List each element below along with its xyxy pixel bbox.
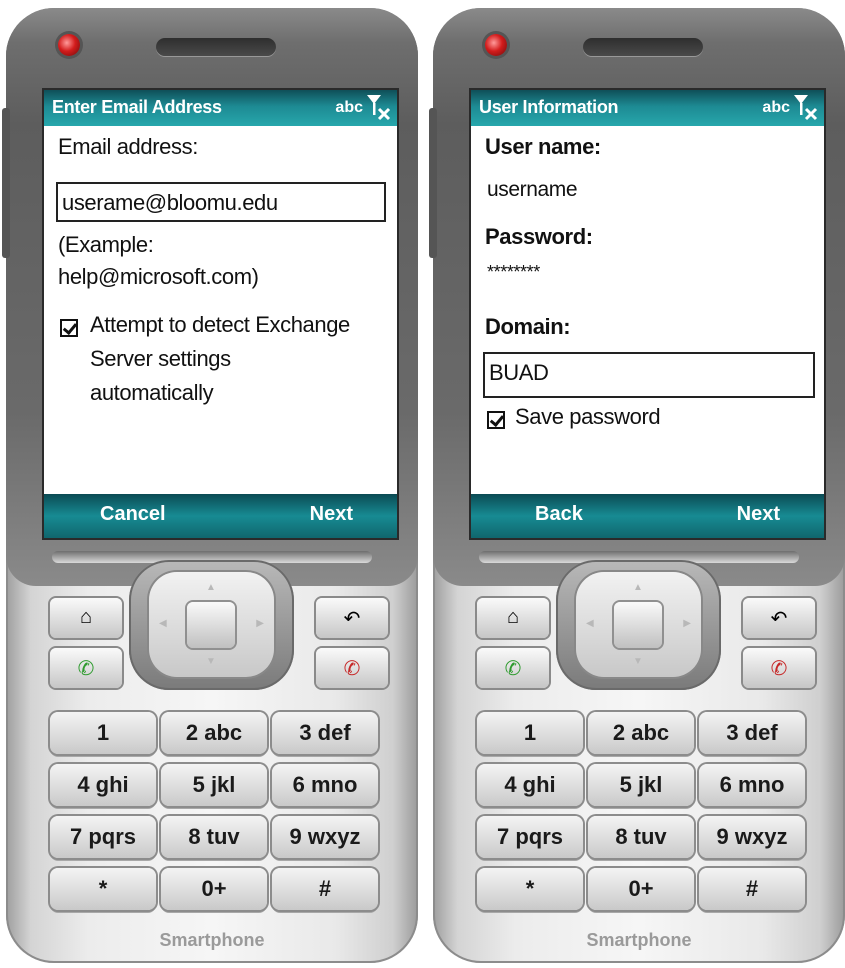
key-2[interactable]: 2 abc <box>161 712 267 754</box>
home-button[interactable]: ⌂ <box>50 598 122 638</box>
key-1[interactable]: 1 <box>477 712 583 754</box>
d-pad[interactable]: ▲ ▼ ◀ ▶ <box>576 572 701 677</box>
example-line-1: (Example: <box>58 232 154 257</box>
key-6[interactable]: 6 mno <box>272 764 378 806</box>
key-4[interactable]: 4 ghi <box>477 764 583 806</box>
notification-led <box>485 34 507 56</box>
key-hash[interactable]: # <box>272 868 378 910</box>
key-6[interactable]: 6 mno <box>699 764 805 806</box>
screen-title: User Information <box>479 97 619 117</box>
key-1[interactable]: 1 <box>50 712 156 754</box>
left-arrow-icon[interactable]: ◀ <box>586 618 594 629</box>
cancel-soft-key[interactable]: Cancel <box>100 503 166 526</box>
home-icon: ⌂ <box>79 606 93 628</box>
key-0[interactable]: 0+ <box>161 868 267 910</box>
detect-line-2: Server settings <box>90 346 231 371</box>
next-soft-key[interactable]: Next <box>310 503 353 526</box>
domain-label: Domain: <box>485 314 571 339</box>
screen-content: User name: username Password: ******** D… <box>471 126 824 494</box>
back-button[interactable]: ↶ <box>743 598 815 638</box>
key-3[interactable]: 3 def <box>699 712 805 754</box>
end-call-icon: ✆ <box>343 658 361 680</box>
soft-key-bar: Back Next <box>471 494 824 538</box>
username-value[interactable]: username <box>487 178 578 202</box>
brand-logo: Smartphone <box>159 930 265 950</box>
key-8[interactable]: 8 tuv <box>161 816 267 858</box>
screen-title: Enter Email Address <box>52 97 222 117</box>
key-hash[interactable]: # <box>699 868 805 910</box>
phone-user-information: User Information abc User name: username… <box>429 8 845 963</box>
detect-settings-checkbox[interactable] <box>60 319 78 337</box>
end-call-button[interactable]: ✆ <box>743 648 815 688</box>
action-button[interactable] <box>187 602 235 648</box>
title-bar: User Information abc <box>471 90 824 126</box>
notification-led <box>58 34 80 56</box>
home-icon: ⌂ <box>506 606 520 628</box>
email-input[interactable]: userame@bloomu.edu <box>56 182 386 222</box>
no-signal-icon <box>367 95 391 121</box>
phone-screen: User Information abc User name: username… <box>469 88 826 540</box>
up-arrow-icon[interactable]: ▲ <box>633 582 643 593</box>
left-arrow-icon[interactable]: ◀ <box>159 618 167 629</box>
key-4[interactable]: 4 ghi <box>50 764 156 806</box>
navigation-ring: ▲ ▼ ◀ ▶ <box>556 560 721 690</box>
key-7[interactable]: 7 pqrs <box>477 816 583 858</box>
example-line-2: help@microsoft.com) <box>58 264 259 289</box>
input-mode-indicator: abc <box>335 99 363 116</box>
key-0[interactable]: 0+ <box>588 868 694 910</box>
call-button[interactable]: ✆ <box>477 648 549 688</box>
speaker-grille <box>583 38 703 56</box>
key-5[interactable]: 5 jkl <box>588 764 694 806</box>
detect-line-1: Attempt to detect Exchange <box>90 312 350 337</box>
right-arrow-icon[interactable]: ▶ <box>683 618 691 629</box>
d-pad[interactable]: ▲ ▼ ◀ ▶ <box>149 572 274 677</box>
password-label: Password: <box>485 224 593 249</box>
title-bar: Enter Email Address abc <box>44 90 397 126</box>
detect-line-3: automatically <box>90 380 214 405</box>
key-8[interactable]: 8 tuv <box>588 816 694 858</box>
call-icon: ✆ <box>77 658 95 680</box>
action-button[interactable] <box>614 602 662 648</box>
key-9[interactable]: 9 wxyz <box>699 816 805 858</box>
username-label: User name: <box>485 134 601 159</box>
call-icon: ✆ <box>504 658 522 680</box>
password-value[interactable]: ******** <box>487 262 540 283</box>
up-arrow-icon[interactable]: ▲ <box>206 582 216 593</box>
soft-key-bar: Cancel Next <box>44 494 397 538</box>
down-arrow-icon[interactable]: ▼ <box>633 656 643 667</box>
key-3[interactable]: 3 def <box>272 712 378 754</box>
key-9[interactable]: 9 wxyz <box>272 816 378 858</box>
domain-input[interactable]: BUAD <box>483 352 815 398</box>
key-star[interactable]: * <box>50 868 156 910</box>
end-call-button[interactable]: ✆ <box>316 648 388 688</box>
home-button[interactable]: ⌂ <box>477 598 549 638</box>
screen-content: Email address: userame@bloomu.edu (Examp… <box>44 126 397 494</box>
navigation-ring: ▲ ▼ ◀ ▶ <box>129 560 294 690</box>
email-label: Email address: <box>58 134 198 159</box>
down-arrow-icon[interactable]: ▼ <box>206 656 216 667</box>
phone-screen: Enter Email Address abc Email address: u… <box>42 88 399 540</box>
side-button[interactable] <box>429 108 437 258</box>
next-soft-key[interactable]: Next <box>737 503 780 526</box>
right-arrow-icon[interactable]: ▶ <box>256 618 264 629</box>
no-signal-icon <box>794 95 818 121</box>
back-button[interactable]: ↶ <box>316 598 388 638</box>
key-7[interactable]: 7 pqrs <box>50 816 156 858</box>
save-password-checkbox[interactable] <box>487 411 505 429</box>
key-5[interactable]: 5 jkl <box>161 764 267 806</box>
brand-logo: Smartphone <box>586 930 692 950</box>
back-soft-key[interactable]: Back <box>535 503 583 526</box>
call-button[interactable]: ✆ <box>50 648 122 688</box>
back-arrow-icon: ↶ <box>770 608 788 630</box>
phone-email-setup: Enter Email Address abc Email address: u… <box>2 8 418 963</box>
save-password-label: Save password <box>515 404 661 429</box>
speaker-grille <box>156 38 276 56</box>
key-2[interactable]: 2 abc <box>588 712 694 754</box>
end-call-icon: ✆ <box>770 658 788 680</box>
input-mode-indicator: abc <box>762 99 790 116</box>
back-arrow-icon: ↶ <box>343 608 361 630</box>
key-star[interactable]: * <box>477 868 583 910</box>
side-button[interactable] <box>2 108 10 258</box>
